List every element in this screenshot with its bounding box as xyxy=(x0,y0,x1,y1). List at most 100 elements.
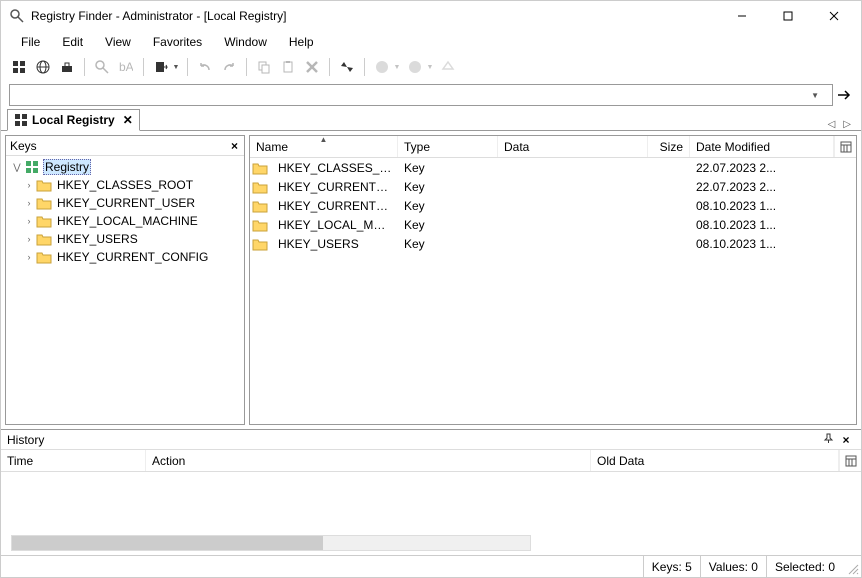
folder-icon xyxy=(252,199,268,213)
list-row[interactable]: HKEY_LOCAL_MACHI...Key 08.10.2023 1... xyxy=(250,215,856,234)
close-button[interactable] xyxy=(811,1,857,31)
status-selected: Selected: 0 xyxy=(766,556,843,577)
menu-edit[interactable]: Edit xyxy=(52,33,93,51)
column-name[interactable]: Name▲ xyxy=(250,136,398,157)
dropdown-arrow-icon[interactable]: ▼ xyxy=(393,64,401,71)
folder-icon xyxy=(36,249,52,265)
menu-window[interactable]: Window xyxy=(214,33,277,51)
list-row[interactable]: HKEY_CLASSES_ROOTKey22.07.2023 2... xyxy=(250,158,856,177)
cell-date: 08.10.2023 1... xyxy=(690,218,856,232)
refresh-icon[interactable] xyxy=(337,57,357,77)
tab-local-registry[interactable]: Local Registry ✕ xyxy=(7,109,140,131)
cell-date: 08.10.2023 1... xyxy=(690,199,856,213)
title-bar: Registry Finder - Administrator - [Local… xyxy=(1,1,861,31)
minimize-button[interactable] xyxy=(719,1,765,31)
resize-grip-icon[interactable] xyxy=(843,556,861,577)
pin-icon[interactable] xyxy=(819,433,837,447)
expand-icon[interactable]: › xyxy=(22,252,36,262)
column-type[interactable]: Type xyxy=(398,136,498,157)
list-body[interactable]: HKEY_CLASSES_ROOTKey22.07.2023 2... HKEY… xyxy=(250,158,856,424)
expand-icon[interactable]: › xyxy=(22,198,36,208)
column-size[interactable]: Size xyxy=(648,136,690,157)
column-date[interactable]: Date Modified xyxy=(690,136,834,157)
keys-panel-close-icon[interactable]: × xyxy=(229,139,240,153)
nav-forward-icon[interactable] xyxy=(405,57,425,77)
find-icon[interactable] xyxy=(92,57,112,77)
list-row[interactable]: HKEY_CURRENT_CON...Key22.07.2023 2... xyxy=(250,177,856,196)
tab-prev-icon[interactable]: ◁ xyxy=(824,119,840,130)
menu-help[interactable]: Help xyxy=(279,33,324,51)
column-options-icon[interactable] xyxy=(834,136,856,157)
paste-icon[interactable] xyxy=(278,57,298,77)
folder-icon xyxy=(36,231,52,247)
undo-icon[interactable] xyxy=(195,57,215,77)
tree-root[interactable]: ⋁ Registry xyxy=(6,158,244,176)
menu-bar: File Edit View Favorites Window Help xyxy=(1,31,861,53)
registry-icon xyxy=(14,113,28,127)
column-label: Action xyxy=(152,454,185,468)
show-localreg-icon[interactable] xyxy=(9,57,29,77)
scrollbar-thumb[interactable] xyxy=(12,536,323,550)
list-header: Name▲ Type Data Size Date Modified xyxy=(250,136,856,158)
nav-back-icon[interactable] xyxy=(372,57,392,77)
toolbar-separator xyxy=(143,58,144,76)
column-label: Old Data xyxy=(597,454,644,468)
go-button[interactable] xyxy=(835,86,853,104)
list-row[interactable]: HKEY_CURRENT_USERKey08.10.2023 1... xyxy=(250,196,856,215)
status-keys: Keys: 5 xyxy=(643,556,700,577)
column-label: Name xyxy=(256,140,288,154)
cell-name: HKEY_USERS xyxy=(272,237,398,251)
horizontal-scrollbar[interactable] xyxy=(11,535,531,551)
expand-icon[interactable]: › xyxy=(22,216,36,226)
export-icon[interactable] xyxy=(151,57,171,77)
tab-next-icon[interactable]: ▷ xyxy=(839,119,855,130)
column-old-data[interactable]: Old Data xyxy=(591,450,839,471)
tree-item-label: HKEY_CURRENT_CONFIG xyxy=(55,250,210,264)
tree-item-label: HKEY_CLASSES_ROOT xyxy=(55,178,195,192)
load-hive-icon[interactable] xyxy=(57,57,77,77)
toolbar-separator xyxy=(84,58,85,76)
folder-icon xyxy=(36,213,52,229)
window-title: Registry Finder - Administrator - [Local… xyxy=(31,9,719,23)
cell-name: HKEY_LOCAL_MACHI... xyxy=(272,218,398,232)
values-panel: Name▲ Type Data Size Date Modified HKEY_… xyxy=(249,135,857,425)
column-data[interactable]: Data xyxy=(498,136,648,157)
dropdown-arrow-icon[interactable]: ▼ xyxy=(426,64,434,71)
list-row[interactable]: HKEY_USERSKey08.10.2023 1... xyxy=(250,234,856,253)
cell-type: Key xyxy=(398,218,498,232)
svg-text:bA: bA xyxy=(119,60,133,74)
registry-tree[interactable]: ⋁ Registry ›HKEY_CLASSES_ROOT ›HKEY_CURR… xyxy=(6,156,244,424)
tab-close-icon[interactable]: ✕ xyxy=(123,113,133,127)
tree-item[interactable]: › HKEY_USERS xyxy=(6,230,244,248)
cell-type: Key xyxy=(398,199,498,213)
collapse-icon[interactable]: ⋁ xyxy=(10,162,24,173)
cell-date: 22.07.2023 2... xyxy=(690,161,856,175)
menu-file[interactable]: File xyxy=(11,33,50,51)
column-action[interactable]: Action xyxy=(146,450,591,471)
menu-favorites[interactable]: Favorites xyxy=(143,33,212,51)
column-label: Time xyxy=(7,454,33,468)
replace-icon[interactable]: bA xyxy=(116,57,136,77)
tree-item-label: HKEY_USERS xyxy=(55,232,140,246)
document-tabs: Local Registry ✕ ◁ ▷ xyxy=(1,109,861,131)
column-options-icon[interactable] xyxy=(839,450,861,471)
address-input[interactable] xyxy=(9,84,833,106)
copy-icon[interactable] xyxy=(254,57,274,77)
tree-item[interactable]: › HKEY_CLASSES_ROOT xyxy=(6,176,244,194)
expand-icon[interactable]: › xyxy=(22,180,36,190)
maximize-button[interactable] xyxy=(765,1,811,31)
expand-icon[interactable]: › xyxy=(22,234,36,244)
tree-item[interactable]: › HKEY_CURRENT_CONFIG xyxy=(6,248,244,266)
tree-item[interactable]: ›HKEY_LOCAL_MACHINE xyxy=(6,212,244,230)
column-time[interactable]: Time xyxy=(1,450,146,471)
redo-icon[interactable] xyxy=(219,57,239,77)
dropdown-arrow-icon[interactable]: ▼ xyxy=(172,64,180,71)
history-body[interactable] xyxy=(1,472,861,555)
history-close-icon[interactable]: × xyxy=(837,433,855,447)
menu-view[interactable]: View xyxy=(95,33,141,51)
delete-icon[interactable] xyxy=(302,57,322,77)
nav-up-icon[interactable] xyxy=(438,57,458,77)
connect-network-icon[interactable] xyxy=(33,57,53,77)
tree-item[interactable]: ›HKEY_CURRENT_USER xyxy=(6,194,244,212)
keys-panel-title: Keys xyxy=(10,139,229,153)
